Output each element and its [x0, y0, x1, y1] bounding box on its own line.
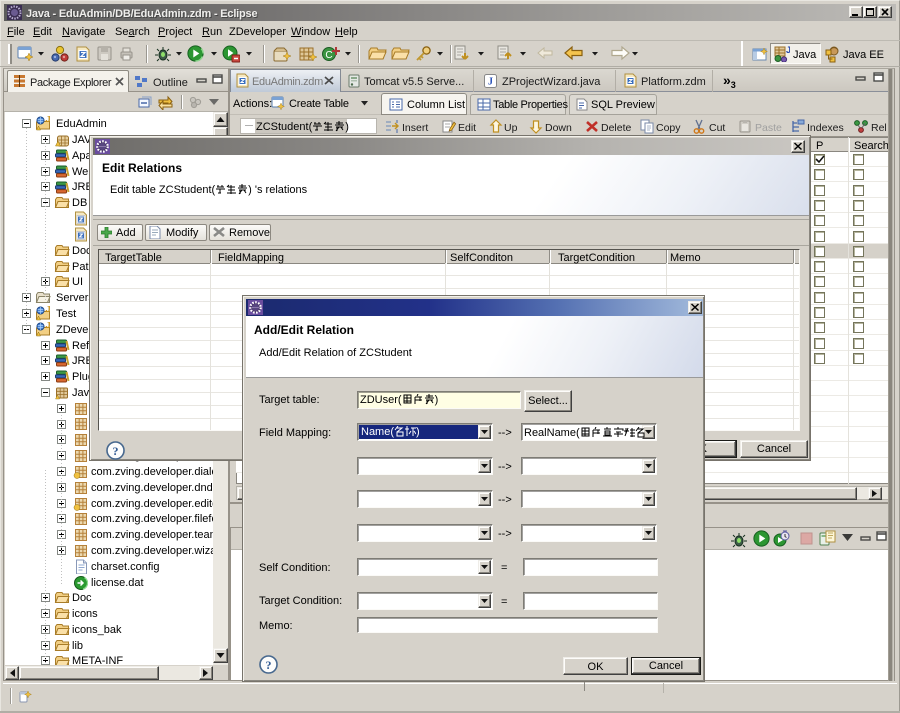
svg-text:J: J: [786, 46, 790, 55]
svg-text:J: J: [46, 116, 51, 124]
svg-text:C: C: [325, 50, 332, 61]
svg-text:J: J: [46, 322, 51, 330]
svg-text:?: ?: [113, 444, 119, 458]
svg-text:J: J: [488, 77, 493, 88]
svg-text:?: ?: [266, 658, 272, 672]
svg-text:J: J: [46, 306, 51, 314]
